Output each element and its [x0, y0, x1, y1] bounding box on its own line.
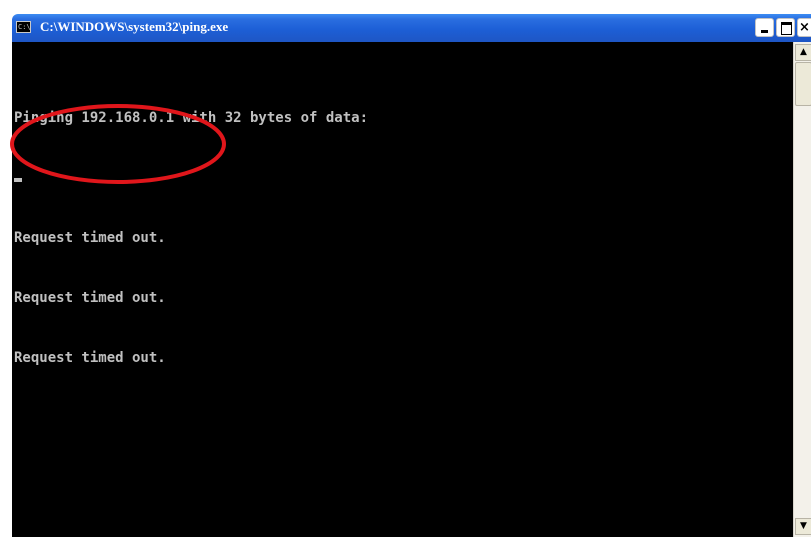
- console-line: Request timed out.: [14, 350, 166, 366]
- console-line: Request timed out.: [14, 230, 166, 246]
- maximize-button[interactable]: [776, 18, 795, 37]
- arrow-down-icon[interactable]: ▼: [795, 518, 811, 535]
- window-controls: ×: [755, 18, 811, 37]
- console-output[interactable]: Pinging 192.168.0.1 with 32 bytes of dat…: [12, 42, 793, 537]
- console-line: Request timed out.: [14, 290, 166, 306]
- console-text: Pinging 192.168.0.1 with 32 bytes of dat…: [14, 68, 368, 408]
- console-window: C:\ C:\WINDOWS\system32\ping.exe × Pingi…: [0, 0, 811, 537]
- minimize-button[interactable]: [755, 18, 774, 37]
- vertical-scrollbar[interactable]: ▲ ▼: [793, 42, 811, 537]
- window-title: C:\WINDOWS\system32\ping.exe: [40, 19, 229, 34]
- close-button[interactable]: ×: [797, 18, 811, 37]
- console-line: Pinging 192.168.0.1 with 32 bytes of dat…: [14, 110, 369, 126]
- text-cursor: [14, 178, 22, 182]
- arrow-up-icon[interactable]: ▲: [795, 44, 811, 61]
- cmd-icon[interactable]: C:\: [16, 21, 31, 33]
- scroll-thumb[interactable]: [795, 62, 811, 106]
- title-bar[interactable]: C:\ C:\WINDOWS\system32\ping.exe ×: [12, 14, 811, 42]
